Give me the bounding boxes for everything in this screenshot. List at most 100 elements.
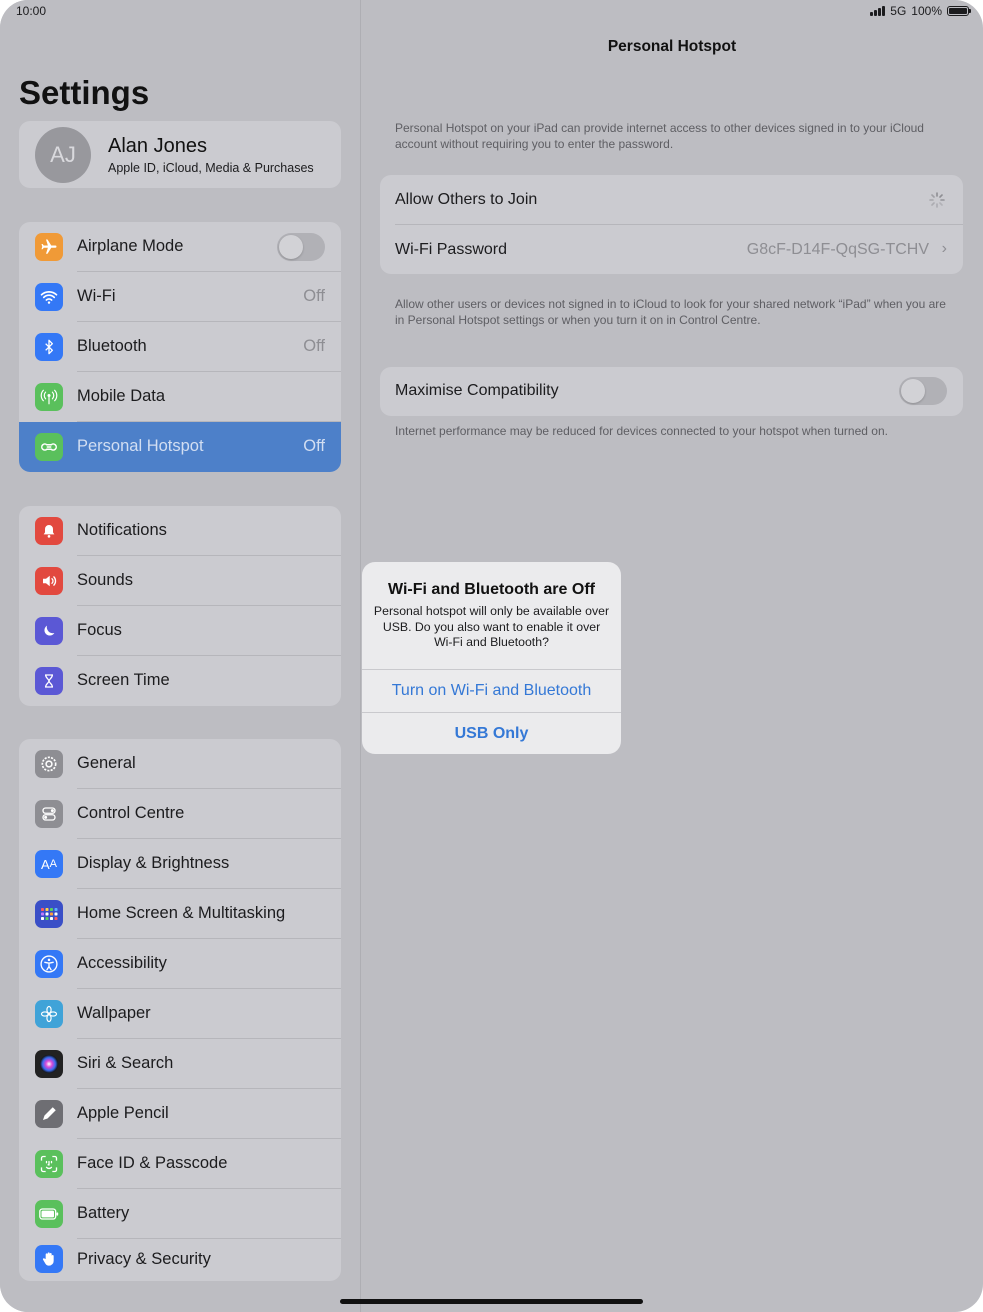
wifi-password-value: G8cF-D14F-QqSG-TCHV	[746, 241, 929, 258]
toggle-knob	[279, 235, 303, 259]
grid-icon	[35, 900, 63, 928]
profile-subtitle: Apple ID, iCloud, Media & Purchases	[108, 161, 314, 175]
alert-title: Wi-Fi and Bluetooth are Off	[388, 581, 595, 598]
general-group: General Control Centre AA Display & Brig…	[19, 739, 341, 1281]
detail-title: Personal Hotspot	[607, 38, 737, 55]
airplane-icon	[35, 233, 63, 261]
hotspot-status: Off	[303, 437, 325, 455]
sidebar-item-label: Accessibility	[77, 954, 167, 972]
accessibility-icon	[35, 950, 63, 978]
page-title: Settings	[19, 74, 150, 111]
sidebar-item-accessibility[interactable]: Accessibility	[19, 939, 341, 989]
sidebar-item-label: Siri & Search	[77, 1054, 174, 1072]
sidebar-item-bluetooth[interactable]: Bluetooth Off	[19, 322, 341, 372]
sidebar-item-mobile-data[interactable]: Mobile Data	[19, 372, 341, 422]
sidebar-item-label: Battery	[77, 1204, 130, 1222]
signal-icon	[870, 6, 886, 16]
speaker-icon	[35, 567, 63, 595]
wifi-bluetooth-off-alert: Wi-Fi and Bluetooth are Off Personal hot…	[362, 562, 621, 754]
sidebar-item-airplane-mode[interactable]: Airplane Mode	[19, 222, 341, 272]
sidebar-item-label: Notifications	[77, 521, 167, 539]
sidebar-item-label: Sounds	[77, 571, 133, 589]
ipad-screen: Settings AJ Alan Jones Apple ID, iCloud,…	[0, 0, 983, 1312]
sidebar-item-face-id[interactable]: Face ID & Passcode	[19, 1139, 341, 1189]
sidebar-item-wifi[interactable]: Wi-Fi Off	[19, 272, 341, 322]
sidebar-item-label: Bluetooth	[77, 337, 147, 355]
sidebar-item-screen-time[interactable]: Screen Time	[19, 656, 341, 706]
notifications-group: Notifications Sounds Focus Screen Time	[19, 506, 341, 706]
battery-icon	[35, 1200, 63, 1228]
sidebar-item-privacy-security[interactable]: Privacy & Security	[19, 1239, 341, 1281]
sidebar-item-label: Apple Pencil	[77, 1104, 169, 1122]
toggle-knob	[901, 379, 925, 403]
status-indicators: 5G 100%	[870, 4, 971, 18]
split-view-divider	[360, 0, 361, 1312]
wifi-password-row[interactable]: Wi-Fi Password G8cF-D14F-QqSG-TCHV ›	[380, 225, 963, 274]
home-indicator[interactable]	[340, 1299, 643, 1304]
pencil-icon	[35, 1100, 63, 1128]
sidebar-item-label: Personal Hotspot	[77, 437, 204, 455]
sidebar-item-notifications[interactable]: Notifications	[19, 506, 341, 556]
face-id-icon	[35, 1150, 63, 1178]
network-type: 5G	[890, 4, 907, 18]
allow-others-footer: Allow other users or devices not signed …	[395, 297, 946, 327]
wifi-status: Off	[303, 287, 325, 305]
sidebar-item-general[interactable]: General	[19, 739, 341, 789]
sidebar-item-battery[interactable]: Battery	[19, 1189, 341, 1239]
sidebar-item-label: General	[77, 754, 136, 772]
airplane-mode-toggle[interactable]	[277, 233, 325, 261]
spinner-icon	[929, 192, 945, 208]
sidebar-item-apple-pencil[interactable]: Apple Pencil	[19, 1089, 341, 1139]
bluetooth-icon	[35, 333, 63, 361]
status-time: 10:00	[16, 4, 47, 18]
maximise-compatibility-label: Maximise Compatibility	[395, 382, 559, 399]
turn-on-wifi-bluetooth-button[interactable]: Turn on Wi-Fi and Bluetooth	[362, 670, 621, 712]
sidebar-item-focus[interactable]: Focus	[19, 606, 341, 656]
text-size-icon: AA	[35, 850, 63, 878]
allow-others-label: Allow Others to Join	[395, 191, 538, 208]
sidebar-item-label: Privacy & Security	[77, 1250, 211, 1268]
hand-icon	[35, 1245, 63, 1273]
sidebar: Settings AJ Alan Jones Apple ID, iCloud,…	[0, 0, 360, 1312]
allow-others-row[interactable]: Allow Others to Join	[380, 175, 963, 225]
wifi-icon	[35, 283, 63, 311]
sidebar-item-siri-search[interactable]: Siri & Search	[19, 1039, 341, 1089]
hotspot-settings-card: Allow Others to Join Wi-Fi Password G8cF…	[380, 175, 963, 274]
sidebar-item-label: Control Centre	[77, 804, 185, 822]
sidebar-item-label: Wallpaper	[77, 1004, 151, 1022]
sidebar-item-personal-hotspot[interactable]: Personal Hotspot Off	[19, 422, 341, 472]
sidebar-item-label: Display & Brightness	[77, 854, 230, 872]
maximise-compatibility-row: Maximise Compatibility	[380, 367, 963, 416]
sidebar-item-label: Wi-Fi	[77, 287, 116, 305]
sidebar-item-label: Home Screen & Multitasking	[77, 904, 286, 922]
alert-message: Personal hotspot will only be available …	[373, 604, 610, 649]
hotspot-icon	[35, 433, 63, 461]
sidebar-item-wallpaper[interactable]: Wallpaper	[19, 989, 341, 1039]
hourglass-icon	[35, 667, 63, 695]
sidebar-item-label: Face ID & Passcode	[77, 1154, 228, 1172]
hotspot-intro: Personal Hotspot on your iPad can provid…	[395, 121, 924, 151]
sidebar-item-label: Mobile Data	[77, 387, 166, 405]
usb-only-button[interactable]: USB Only	[362, 713, 621, 754]
chevron-right-icon: ›	[941, 240, 947, 257]
sidebar-item-label: Focus	[77, 621, 122, 639]
sidebar-item-label: Screen Time	[77, 671, 170, 689]
compatibility-card: Maximise Compatibility	[380, 367, 963, 416]
profile-card[interactable]: AJ Alan Jones Apple ID, iCloud, Media & …	[19, 121, 341, 188]
compatibility-footer: Internet performance may be reduced for …	[395, 424, 888, 438]
battery-status-icon	[947, 6, 971, 16]
moon-icon	[35, 617, 63, 645]
flower-icon	[35, 1000, 63, 1028]
sidebar-item-home-screen[interactable]: Home Screen & Multitasking	[19, 889, 341, 939]
battery-percent: 100%	[911, 4, 942, 18]
sidebar-item-display-brightness[interactable]: AA Display & Brightness	[19, 839, 341, 889]
profile-name: Alan Jones	[108, 135, 207, 157]
bluetooth-status: Off	[303, 337, 325, 355]
siri-icon	[35, 1050, 63, 1078]
sidebar-item-sounds[interactable]: Sounds	[19, 556, 341, 606]
switches-icon	[35, 800, 63, 828]
bell-icon	[35, 517, 63, 545]
maximise-compatibility-toggle[interactable]	[899, 377, 947, 405]
connectivity-group: Airplane Mode Wi-Fi Off Bluetooth Off Mo…	[19, 222, 341, 472]
sidebar-item-control-centre[interactable]: Control Centre	[19, 789, 341, 839]
